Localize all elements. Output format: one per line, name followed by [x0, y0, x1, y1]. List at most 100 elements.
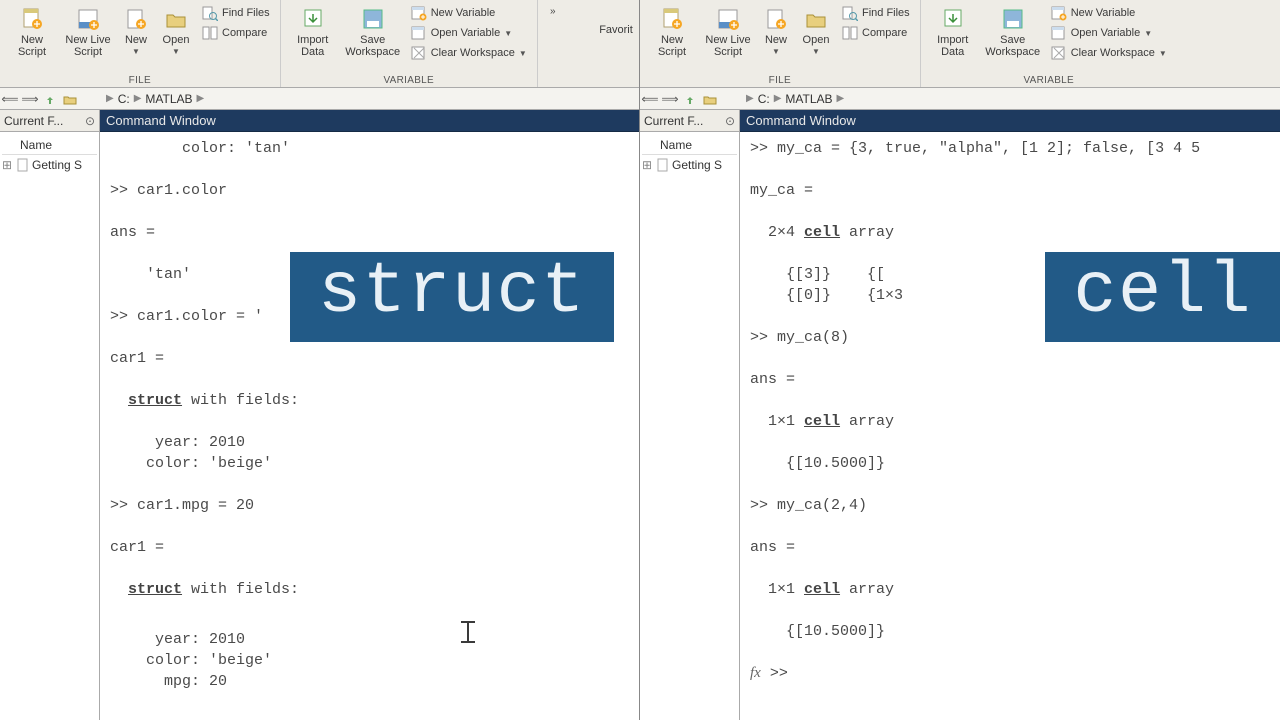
nav-fwd-button[interactable]: ⟹ — [20, 89, 40, 109]
clear-workspace-icon — [411, 45, 427, 61]
chevrons-right-icon: » — [550, 6, 556, 17]
chevron-right-icon: ▶ — [835, 93, 847, 104]
nav-up-button[interactable] — [40, 89, 60, 109]
chevron-down-icon: ▼ — [519, 49, 527, 58]
command-window-left: Command Window color: 'tan' >> car1.colo… — [100, 110, 639, 720]
chevron-down-icon: ▼ — [1159, 49, 1167, 58]
current-folder-panel: Current F... ⊙ Name ⊞ Getting S — [640, 110, 740, 720]
open-variable-button[interactable]: Open Variable ▼ — [1049, 24, 1169, 42]
save-workspace-button[interactable]: Save Workspace — [981, 2, 1045, 60]
import-data-button[interactable]: Import Data — [285, 2, 341, 60]
new-script-icon — [658, 6, 686, 32]
current-folder-header: Current F... ⊙ — [640, 110, 739, 132]
nav-browse-button[interactable] — [700, 89, 720, 109]
command-window-content[interactable]: color: 'tan' >> car1.color ans = 'tan' >… — [100, 132, 639, 720]
address-path[interactable]: ▶ C: ▶ MATLAB ▶ — [740, 92, 846, 106]
nav-browse-button[interactable] — [60, 89, 80, 109]
text-cursor-icon — [461, 621, 475, 643]
chevron-down-icon: ▼ — [772, 47, 780, 56]
new-button[interactable]: New ▼ — [116, 2, 156, 58]
expand-icon[interactable]: ⊞ — [2, 158, 14, 172]
ribbon-right: New Script New Live Script New ▼ — [640, 0, 1280, 88]
open-variable-button[interactable]: Open Variable ▼ — [409, 24, 529, 42]
clear-workspace-button[interactable]: Clear Workspace ▼ — [409, 44, 529, 62]
import-data-button[interactable]: Import Data — [925, 2, 981, 60]
clear-workspace-button[interactable]: Clear Workspace ▼ — [1049, 44, 1169, 62]
current-folder-header: Current F... ⊙ — [0, 110, 99, 132]
overlay-cell-label: cell — [1045, 252, 1280, 342]
file-icon — [16, 158, 30, 172]
chevron-right-icon: ▶ — [744, 93, 756, 104]
ribbon-collapse-button[interactable]: » — [542, 2, 564, 17]
new-icon — [122, 6, 150, 32]
nav-fwd-button[interactable]: ⟹ — [660, 89, 680, 109]
new-script-button[interactable]: New Script — [4, 2, 60, 60]
favorites-button[interactable]: Favorit — [595, 20, 637, 38]
address-bar-left: ⟸ ⟹ ▶ C: ▶ MATLAB ▶ — [0, 88, 639, 110]
new-live-script-button[interactable]: New Live Script — [700, 2, 756, 60]
chevron-right-icon: ▶ — [132, 93, 144, 104]
ribbon-group-file-label: FILE — [644, 75, 916, 87]
find-files-button[interactable]: Find Files — [840, 4, 912, 22]
ribbon-group-file: New Script New Live Script New ▼ — [0, 0, 281, 87]
compare-button[interactable]: Compare — [200, 24, 272, 42]
compare-icon — [202, 25, 218, 41]
import-data-icon — [939, 6, 967, 32]
chevron-down-icon: ▼ — [812, 47, 820, 56]
command-window-header: Command Window — [740, 110, 1280, 132]
compare-icon — [842, 25, 858, 41]
ribbon-group-variable: Import Data Save Workspace New Variable — [281, 0, 538, 87]
nav-back-button[interactable]: ⟸ — [640, 89, 660, 109]
fx-prompt-icon: fx — [750, 665, 761, 681]
new-live-script-icon — [74, 6, 102, 32]
ribbon-group-variable-label: VARIABLE — [925, 75, 1173, 87]
save-workspace-button[interactable]: Save Workspace — [341, 2, 405, 60]
open-button[interactable]: Open ▼ — [796, 2, 836, 58]
new-live-script-icon — [714, 6, 742, 32]
right-pane: New Script New Live Script New ▼ — [640, 0, 1280, 720]
find-files-button[interactable]: Find Files — [200, 4, 272, 22]
ribbon-group-file: New Script New Live Script New ▼ — [640, 0, 921, 87]
open-button[interactable]: Open ▼ — [156, 2, 196, 58]
address-bar-right: ⟸ ⟹ ▶ C: ▶ MATLAB ▶ — [640, 88, 1280, 110]
panel-menu-icon[interactable]: ⊙ — [725, 114, 735, 128]
ribbon-group-variable: Import Data Save Workspace New Variable — [921, 0, 1177, 87]
command-window-right: Command Window >> my_ca = {3, true, "alp… — [740, 110, 1280, 720]
open-icon — [162, 6, 190, 32]
ribbon-group-favorites: » — [538, 0, 568, 87]
new-variable-button[interactable]: New Variable — [1049, 4, 1169, 22]
new-script-button[interactable]: New Script — [644, 2, 700, 60]
expand-icon[interactable]: ⊞ — [642, 158, 654, 172]
tree-column-name[interactable]: Name — [2, 136, 97, 155]
overlay-struct-label: struct — [290, 252, 614, 342]
open-icon — [802, 6, 830, 32]
ribbon-left: New Script New Live Script New ▼ — [0, 0, 639, 88]
nav-up-button[interactable] — [680, 89, 700, 109]
chevron-down-icon: ▼ — [1144, 29, 1152, 38]
open-variable-icon — [1051, 25, 1067, 41]
tree-column-name[interactable]: Name — [642, 136, 737, 155]
chevron-right-icon: ▶ — [195, 93, 207, 104]
new-script-icon — [18, 6, 46, 32]
chevron-down-icon: ▼ — [504, 29, 512, 38]
current-folder-panel: Current F... ⊙ Name ⊞ Getting S — [0, 110, 100, 720]
save-workspace-icon — [999, 6, 1027, 32]
new-icon — [762, 6, 790, 32]
nav-back-button[interactable]: ⟸ — [0, 89, 20, 109]
compare-button[interactable]: Compare — [840, 24, 912, 42]
left-pane: New Script New Live Script New ▼ — [0, 0, 640, 720]
tree-item[interactable]: ⊞ Getting S — [2, 157, 97, 173]
new-button[interactable]: New ▼ — [756, 2, 796, 58]
panel-menu-icon[interactable]: ⊙ — [85, 114, 95, 128]
command-window-header: Command Window — [100, 110, 639, 132]
new-live-script-button[interactable]: New Live Script — [60, 2, 116, 60]
command-window-content[interactable]: >> my_ca = {3, true, "alpha", [1 2]; fal… — [740, 132, 1280, 720]
tree-item[interactable]: ⊞ Getting S — [642, 157, 737, 173]
new-variable-button[interactable]: New Variable — [409, 4, 529, 22]
chevron-right-icon: ▶ — [772, 93, 784, 104]
chevron-down-icon: ▼ — [132, 47, 140, 56]
file-icon — [656, 158, 670, 172]
ribbon-group-file-label: FILE — [4, 75, 276, 87]
address-path[interactable]: ▶ C: ▶ MATLAB ▶ — [100, 92, 206, 106]
open-variable-icon — [411, 25, 427, 41]
